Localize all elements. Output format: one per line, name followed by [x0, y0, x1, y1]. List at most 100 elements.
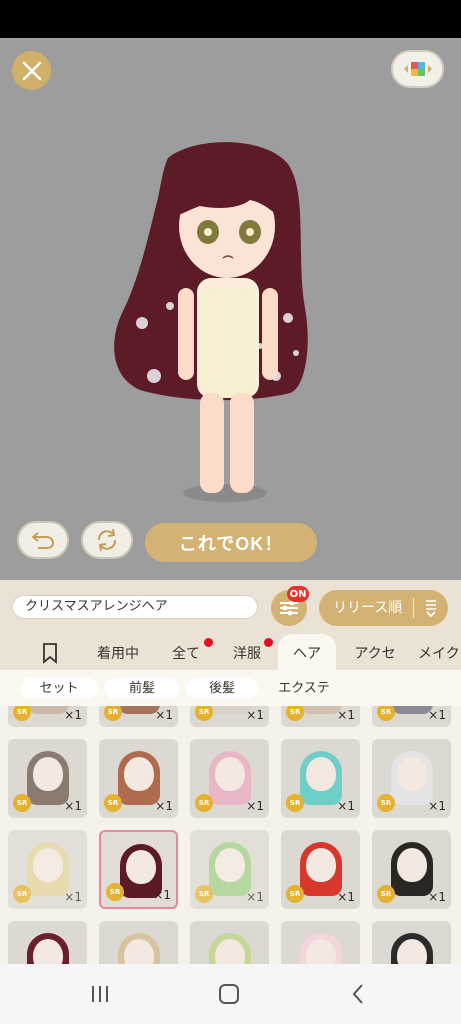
layout-toggle-button[interactable] — [391, 50, 444, 88]
recent-apps-button[interactable] — [85, 979, 115, 1009]
confirm-button[interactable]: これでOK！ — [145, 523, 317, 562]
hair-preview — [27, 706, 69, 714]
hair-item-card[interactable]: SR ×1 — [281, 706, 360, 727]
item-count: ×1 — [337, 890, 355, 904]
rarity-badge: SR — [377, 885, 395, 903]
tab-bookmark[interactable] — [30, 634, 70, 670]
sort-button[interactable]: リリース順 — [319, 590, 448, 626]
rarity-badge: SR — [195, 794, 213, 812]
subtab-back-hair[interactable]: 後髪 — [186, 678, 258, 699]
outfit-name-field[interactable]: クリスマスアレンジヘア — [12, 595, 258, 619]
back-icon — [352, 984, 363, 1004]
mannequin-head — [397, 848, 427, 882]
mannequin-head — [126, 850, 156, 884]
item-count: ×1 — [64, 708, 82, 722]
hair-item-card[interactable]: SR ×1 — [190, 739, 269, 818]
color-grid-icon — [403, 62, 432, 76]
mannequin-head — [215, 848, 245, 882]
mannequin-head — [33, 757, 63, 791]
item-count: ×1 — [64, 890, 82, 904]
item-count: ×1 — [337, 799, 355, 813]
hair-item-card[interactable]: SR ×1 — [8, 739, 87, 818]
hair-item-card[interactable]: SR ×1 — [281, 830, 360, 909]
category-tabs: 着用中 全て 洋服 ヘア アクセ メイク — [0, 634, 461, 670]
subtab-bangs[interactable]: 前髪 — [104, 678, 180, 699]
hair-item-card[interactable]: SR ×1 — [190, 830, 269, 909]
rarity-badge: SR — [13, 885, 31, 903]
avatar-stage: これでOK！ — [0, 38, 461, 580]
tab-makeup[interactable]: メイク — [418, 634, 461, 670]
hair-preview — [300, 706, 342, 714]
hair-item-card[interactable]: SR ×1 — [99, 830, 178, 909]
system-nav-bar — [0, 964, 461, 1024]
hair-item-card[interactable]: SR ×1 — [372, 830, 451, 909]
hair-item-card[interactable]: SR ×1 — [99, 706, 178, 727]
undo-icon — [32, 532, 55, 549]
item-count: ×1 — [246, 890, 264, 904]
hair-preview — [391, 706, 433, 714]
hair-preview — [118, 706, 160, 714]
rarity-badge: SR — [377, 794, 395, 812]
filter-on-badge: ON — [287, 586, 309, 602]
close-button[interactable] — [12, 51, 51, 90]
tab-clothes-notification-dot — [264, 638, 273, 647]
hair-item-card[interactable]: SR ×1 — [8, 706, 87, 727]
tab-all-notification-dot — [204, 638, 213, 647]
hair-item-card[interactable] — [372, 921, 451, 964]
hair-item-card[interactable] — [281, 921, 360, 964]
hair-item-card[interactable] — [99, 921, 178, 964]
tab-all[interactable]: 全て — [162, 634, 210, 670]
hair-item-card[interactable]: SR ×1 — [372, 706, 451, 727]
item-count: ×1 — [428, 708, 446, 722]
sort-order-icon[interactable] — [421, 598, 441, 618]
hair-item-card[interactable]: SR ×1 — [372, 739, 451, 818]
avatar-character — [114, 142, 308, 502]
item-count: ×1 — [428, 890, 446, 904]
hair-item-card[interactable] — [190, 921, 269, 964]
hair-item-card[interactable] — [8, 921, 87, 964]
tab-accessories[interactable]: アクセ — [344, 634, 406, 670]
home-button[interactable] — [214, 979, 244, 1009]
hair-item-card[interactable]: SR ×1 — [190, 706, 269, 727]
hair-preview — [209, 706, 251, 714]
subtab-extensions[interactable]: エクステ — [266, 678, 342, 699]
mannequin-head — [124, 757, 154, 791]
item-count: ×1 — [64, 799, 82, 813]
mannequin-head — [215, 757, 245, 791]
item-count: ×1 — [155, 708, 173, 722]
recent-apps-icon — [92, 986, 108, 1002]
rarity-badge: SR — [106, 883, 124, 901]
rotate-icon — [97, 528, 117, 552]
sort-label: リリース順 — [333, 600, 403, 616]
rarity-badge: SR — [377, 706, 395, 721]
back-button[interactable] — [343, 979, 373, 1009]
rarity-badge: SR — [104, 706, 122, 721]
rarity-badge: SR — [195, 706, 213, 721]
item-count: ×1 — [246, 799, 264, 813]
status-bar — [0, 0, 461, 38]
mannequin-head — [306, 848, 336, 882]
close-icon — [22, 61, 41, 80]
search-row: クリスマスアレンジヘア ON リリース順 — [0, 580, 461, 634]
mannequin-head — [397, 757, 427, 791]
rarity-badge: SR — [13, 794, 31, 812]
wardrobe-panel: クリスマスアレンジヘア ON リリース順 着用中 全て 洋服 ヘア アクセ メイ… — [0, 580, 461, 964]
hair-item-card[interactable]: SR ×1 — [281, 739, 360, 818]
item-count: ×1 — [155, 799, 173, 813]
rarity-badge: SR — [286, 885, 304, 903]
subtab-set[interactable]: セット — [20, 678, 98, 699]
tab-wearing[interactable]: 着用中 — [86, 634, 150, 670]
undo-button[interactable] — [17, 521, 69, 559]
rarity-badge: SR — [286, 706, 304, 721]
sort-divider — [413, 598, 414, 618]
mannequin-head — [33, 848, 63, 882]
bookmark-icon — [43, 643, 57, 664]
hair-item-card[interactable]: SR ×1 — [8, 830, 87, 909]
home-icon — [219, 984, 239, 1004]
item-count: ×1 — [337, 708, 355, 722]
rarity-badge: SR — [286, 794, 304, 812]
tab-hair[interactable]: ヘア — [278, 634, 336, 670]
hair-item-card[interactable]: SR ×1 — [99, 739, 178, 818]
rotate-button[interactable] — [81, 521, 133, 559]
rarity-badge: SR — [13, 706, 31, 721]
